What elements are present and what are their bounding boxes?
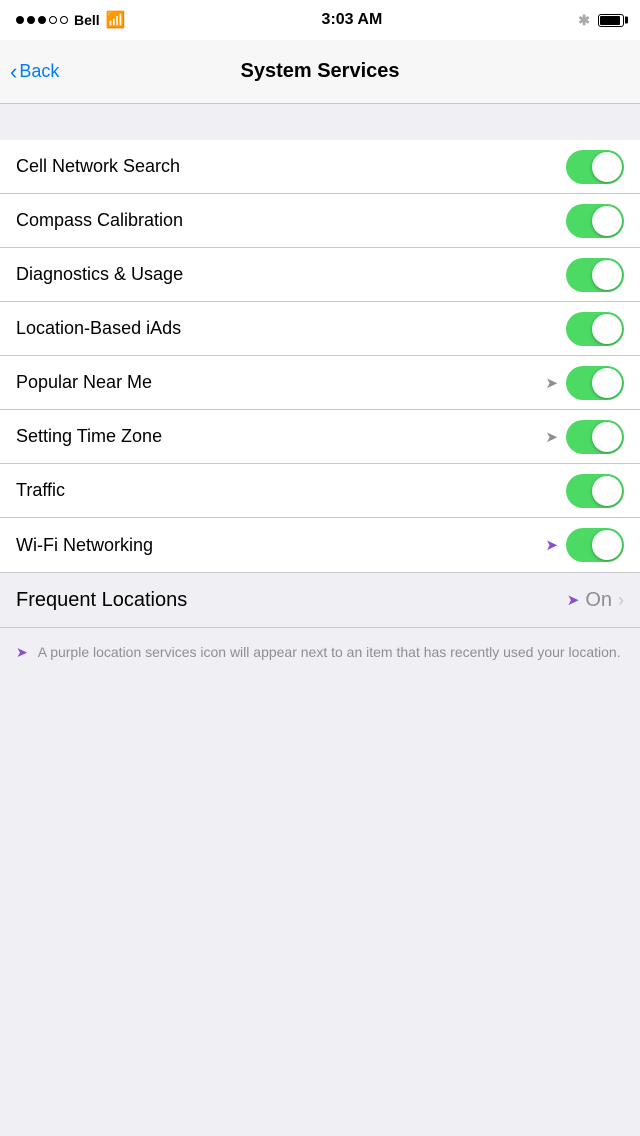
item-controls <box>566 204 624 238</box>
toggle-location-based-iads[interactable] <box>566 312 624 346</box>
list-item: Wi-Fi Networking ➤ <box>0 518 640 572</box>
frequent-locations-item[interactable]: Frequent Locations ➤ On › <box>0 572 640 628</box>
item-label-wifi-networking: Wi-Fi Networking <box>16 535 545 556</box>
back-button[interactable]: ‹ Back <box>10 61 59 83</box>
item-label-traffic: Traffic <box>16 480 566 501</box>
settings-list: Cell Network Search Compass Calibration … <box>0 140 640 572</box>
toggle-compass-calibration[interactable] <box>566 204 624 238</box>
item-label-popular-near-me: Popular Near Me <box>16 372 545 393</box>
frequent-locations-right: ➤ On › <box>567 589 624 612</box>
list-item: Diagnostics & Usage <box>0 248 640 302</box>
item-controls <box>566 312 624 346</box>
status-bar: Bell 📶 3:03 AM ✱ <box>0 0 640 40</box>
toggle-knob <box>592 530 622 560</box>
chevron-right-icon: › <box>618 590 624 611</box>
list-item: Compass Calibration <box>0 194 640 248</box>
signal-dot-1 <box>16 16 24 24</box>
back-chevron-icon: ‹ <box>10 61 17 83</box>
frequent-locations-value: On <box>585 589 612 612</box>
item-controls <box>566 258 624 292</box>
item-label-location-based-iads: Location-Based iAds <box>16 318 566 339</box>
item-controls: ➤ <box>545 366 624 400</box>
battery-fill <box>600 16 620 25</box>
wifi-icon: 📶 <box>106 10 126 30</box>
signal-dot-3 <box>38 16 46 24</box>
signal-dot-4 <box>49 16 57 24</box>
carrier-label: Bell <box>74 12 100 28</box>
toggle-wifi-networking[interactable] <box>566 528 624 562</box>
item-label-cell-network-search: Cell Network Search <box>16 156 566 177</box>
toggle-knob <box>592 422 622 452</box>
toggle-knob <box>592 476 622 506</box>
footer-text: A purple location services icon will app… <box>38 642 621 663</box>
signal-dot-5 <box>60 16 68 24</box>
toggle-knob <box>592 314 622 344</box>
frequent-locations-label: Frequent Locations <box>16 589 567 612</box>
toggle-setting-time-zone[interactable] <box>566 420 624 454</box>
list-item: Popular Near Me ➤ <box>0 356 640 410</box>
page-title: System Services <box>240 60 399 83</box>
section-gap <box>0 104 640 140</box>
item-label-diagnostics-usage: Diagnostics & Usage <box>16 264 566 285</box>
back-label: Back <box>19 61 59 82</box>
item-controls <box>566 150 624 184</box>
item-controls: ➤ <box>545 420 624 454</box>
location-arrow-icon: ➤ <box>545 374 558 392</box>
frequent-locations-section: Frequent Locations ➤ On › <box>0 572 640 628</box>
toggle-popular-near-me[interactable] <box>566 366 624 400</box>
location-arrow-icon: ➤ <box>545 428 558 446</box>
status-left: Bell 📶 <box>16 10 126 30</box>
item-controls <box>566 474 624 508</box>
nav-bar: ‹ Back System Services <box>0 40 640 104</box>
signal-dot-2 <box>27 16 35 24</box>
list-item: Traffic <box>0 464 640 518</box>
toggle-cell-network-search[interactable] <box>566 150 624 184</box>
item-label-setting-time-zone: Setting Time Zone <box>16 426 545 447</box>
item-controls: ➤ <box>545 528 624 562</box>
toggle-traffic[interactable] <box>566 474 624 508</box>
list-item: Cell Network Search <box>0 140 640 194</box>
signal-dots <box>16 16 68 24</box>
toggle-knob <box>592 206 622 236</box>
footer-note: ➤ A purple location services icon will a… <box>0 628 640 677</box>
status-right: ✱ <box>578 12 624 29</box>
list-item: Setting Time Zone ➤ <box>0 410 640 464</box>
toggle-knob <box>592 260 622 290</box>
item-label-compass-calibration: Compass Calibration <box>16 210 566 231</box>
list-item: Location-Based iAds <box>0 302 640 356</box>
status-time: 3:03 AM <box>322 11 383 29</box>
location-arrow-purple-icon: ➤ <box>545 536 558 554</box>
toggle-knob <box>592 152 622 182</box>
toggle-diagnostics-usage[interactable] <box>566 258 624 292</box>
bluetooth-icon: ✱ <box>578 12 590 29</box>
footer-location-icon: ➤ <box>16 644 28 661</box>
toggle-knob <box>592 368 622 398</box>
battery-icon <box>598 14 624 27</box>
frequent-location-arrow-icon: ➤ <box>567 591 580 609</box>
